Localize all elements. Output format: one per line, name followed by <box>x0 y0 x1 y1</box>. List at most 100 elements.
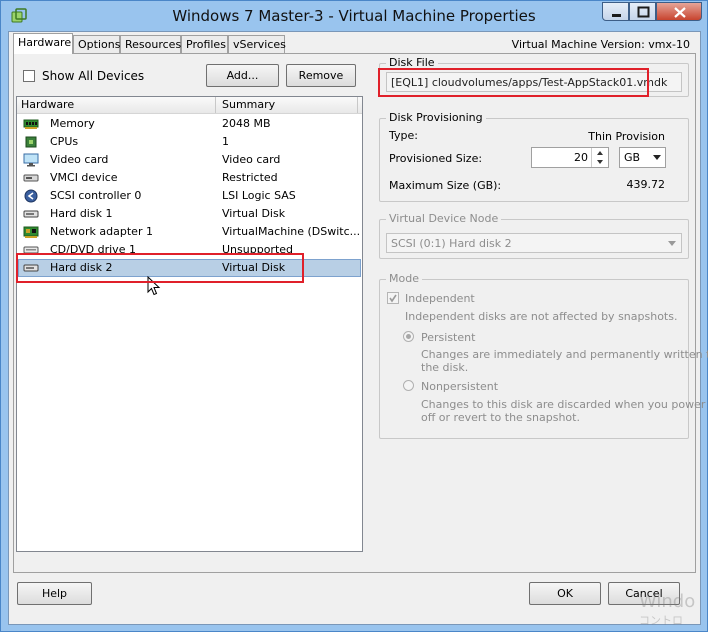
device-row-network-adapter[interactable]: Network adapter 1 VirtualMachine (DSwitc… <box>18 223 361 241</box>
nonpersistent-radio[interactable] <box>403 380 414 391</box>
network-icon <box>23 226 39 238</box>
nonpersistent-description: Changes to this disk are discarded when … <box>421 398 706 411</box>
virtual-device-node-select[interactable]: SCSI (0:1) Hard disk 2 <box>386 233 682 253</box>
chevron-down-icon <box>653 155 661 160</box>
device-summary: Virtual Disk <box>222 261 286 274</box>
disk-file-title: Disk File <box>386 56 438 69</box>
disk-provisioning-title: Disk Provisioning <box>386 111 486 124</box>
device-list-header: Hardware Summary <box>17 97 362 114</box>
persistent-label: Persistent <box>421 331 476 344</box>
persistent-description: the disk. <box>421 361 469 374</box>
monitor-icon <box>23 153 39 167</box>
device-row-memory[interactable]: Memory 2048 MB <box>18 115 361 133</box>
device-summary: 1 <box>222 135 229 148</box>
type-value: Thin Provision <box>588 130 665 143</box>
device-row-video-card[interactable]: Video card Video card <box>18 151 361 169</box>
column-divider[interactable] <box>215 97 216 113</box>
close-icon <box>674 7 686 18</box>
spinner-up-icon[interactable] <box>592 148 608 157</box>
disk-file-field[interactable]: [EQL1] cloudvolumes/apps/Test-AppStack01… <box>386 72 682 92</box>
max-size-label: Maximum Size (GB): <box>389 179 502 192</box>
provisioned-size-input[interactable]: 20 <box>531 147 609 168</box>
device-summary: Virtual Disk <box>222 207 286 220</box>
maximize-button[interactable] <box>629 2 656 21</box>
persistent-description: Changes are immediately and permanently … <box>421 348 708 361</box>
tab-hardware[interactable]: Hardware <box>13 33 73 54</box>
disk-provisioning-group: Disk Provisioning Type: Thin Provision P… <box>379 111 689 202</box>
remove-device-button[interactable]: Remove <box>286 64 356 87</box>
minimize-icon <box>612 14 621 17</box>
minimize-button[interactable] <box>602 2 629 21</box>
max-size-value: 439.72 <box>626 178 666 191</box>
virtual-device-node-title: Virtual Device Node <box>386 212 502 225</box>
virtual-device-node-value: SCSI (0:1) Hard disk 2 <box>391 237 512 250</box>
device-name: SCSI controller 0 <box>50 189 142 202</box>
device-name: Video card <box>50 153 109 166</box>
tab-profiles[interactable]: Profiles <box>181 35 228 53</box>
size-unit-value: GB <box>624 151 641 164</box>
nonpersistent-label: Nonpersistent <box>421 380 499 393</box>
device-summary: Video card <box>222 153 281 166</box>
device-name: Network adapter 1 <box>50 225 153 238</box>
device-name: VMCI device <box>50 171 118 184</box>
device-summary: Restricted <box>222 171 278 184</box>
device-summary: LSI Logic SAS <box>222 189 296 202</box>
tab-options[interactable]: Options <box>73 35 120 53</box>
watermark-text: Windo <box>639 591 696 612</box>
harddisk-icon <box>23 210 39 218</box>
device-list[interactable]: Hardware Summary Memory 2048 MB CPUs 1 V… <box>16 96 363 552</box>
close-button[interactable] <box>656 2 702 21</box>
device-name: CPUs <box>50 135 79 148</box>
persistent-radio[interactable] <box>403 331 414 342</box>
size-spinner[interactable] <box>591 148 608 167</box>
device-row-cpus[interactable]: CPUs 1 <box>18 133 361 151</box>
tab-resources[interactable]: Resources <box>120 35 181 53</box>
mode-title: Mode <box>386 272 422 285</box>
show-all-devices-checkbox[interactable] <box>23 70 35 82</box>
checkmark-icon <box>389 294 397 303</box>
independent-label: Independent <box>405 292 475 305</box>
hardware-panel: Show All Devices Add... Remove Hardware … <box>13 53 708 573</box>
spinner-down-icon[interactable] <box>592 158 608 167</box>
independent-checkbox[interactable] <box>387 292 399 304</box>
device-row-hard-disk-2[interactable]: Hard disk 2 Virtual Disk <box>18 259 361 277</box>
provisioned-size-value: 20 <box>574 151 588 164</box>
chevron-down-icon <box>668 241 676 246</box>
device-name: Memory <box>50 117 95 130</box>
column-summary[interactable]: Summary <box>222 98 275 111</box>
ok-button[interactable]: OK <box>529 582 601 605</box>
device-name: Hard disk 1 <box>50 207 113 220</box>
cpu-icon <box>25 136 37 148</box>
help-button[interactable]: Help <box>17 582 92 605</box>
title-bar[interactable]: Windows 7 Master-3 - Virtual Machine Pro… <box>1 1 707 31</box>
show-all-devices-label: Show All Devices <box>42 69 145 83</box>
device-row-hard-disk-1[interactable]: Hard disk 1 Virtual Disk <box>18 205 361 223</box>
dialog-client: Hardware Options Resources Profiles vSer… <box>8 31 708 627</box>
device-name: CD/DVD drive 1 <box>50 243 136 256</box>
column-divider[interactable] <box>357 97 358 113</box>
size-unit-select[interactable]: GB <box>619 147 666 168</box>
device-row-cd-dvd[interactable]: CD/DVD drive 1 Unsupported <box>18 241 361 259</box>
device-row-vmci[interactable]: VMCI device Restricted <box>18 169 361 187</box>
column-hardware[interactable]: Hardware <box>21 98 74 111</box>
vmci-icon <box>23 174 39 182</box>
tab-vservices[interactable]: vServices <box>228 35 286 53</box>
disk-file-group: Disk File [EQL1] cloudvolumes/apps/Test-… <box>379 56 689 97</box>
vm-version-label: Virtual Machine Version: vmx-10 <box>511 38 690 51</box>
scsi-icon <box>24 189 38 203</box>
watermark-text: コントロ <box>639 614 683 627</box>
device-summary: 2048 MB <box>222 117 271 130</box>
cdrom-icon <box>23 246 39 254</box>
mode-group: Mode Independent Independent disks are n… <box>379 272 708 439</box>
provisioned-size-label: Provisioned Size: <box>389 152 483 165</box>
device-row-scsi-controller[interactable]: SCSI controller 0 LSI Logic SAS <box>18 187 361 205</box>
nonpersistent-description: off or revert to the snapshot. <box>421 411 580 424</box>
harddisk-icon <box>23 264 39 272</box>
properties-window: Windows 7 Master-3 - Virtual Machine Pro… <box>0 0 708 632</box>
memory-icon <box>23 119 39 129</box>
independent-description: Independent disks are not affected by sn… <box>405 310 678 323</box>
mouse-cursor-icon <box>147 276 161 296</box>
disk-file-value: [EQL1] cloudvolumes/apps/Test-AppStack01… <box>391 76 668 89</box>
device-name: Hard disk 2 <box>50 261 113 274</box>
add-device-button[interactable]: Add... <box>206 64 279 87</box>
